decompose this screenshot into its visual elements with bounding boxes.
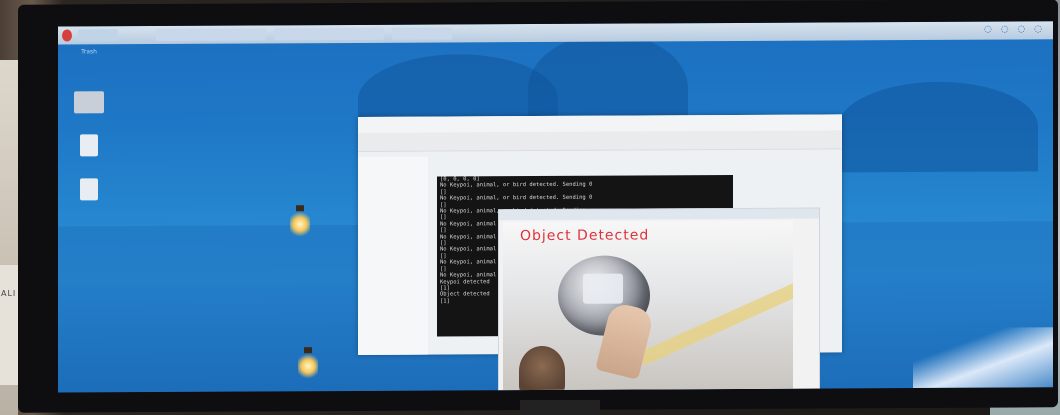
- desktop-icon-file[interactable]: [64, 178, 114, 202]
- photo: ALI ◌ ◌ ◌ ◌ Trash [0, 0, 0, 0] No Keypoi…: [0, 0, 1060, 415]
- menu-button[interactable]: [62, 29, 72, 42]
- window-sidebar[interactable]: [358, 156, 428, 355]
- system-tray[interactable]: ◌ ◌ ◌ ◌: [984, 24, 1045, 34]
- taskbar-button[interactable]: [156, 28, 266, 42]
- ceiling-beam: [638, 270, 793, 366]
- camera-frame: Object Detected: [503, 220, 793, 391]
- detection-window-titlebar[interactable]: [499, 208, 819, 221]
- screen-glare: [913, 327, 1053, 389]
- desktop-icon-file[interactable]: [64, 134, 114, 158]
- wallpaper-mountain: [838, 81, 1038, 173]
- lantern-icon: [298, 353, 318, 380]
- lantern-icon: [290, 211, 310, 238]
- taskbar: ◌ ◌ ◌ ◌: [58, 21, 1053, 45]
- window-toolbar[interactable]: [358, 130, 842, 152]
- object-label-sticker: [583, 273, 623, 304]
- monitor-stand: [520, 400, 600, 415]
- taskbar-button[interactable]: [274, 27, 384, 41]
- taskbar-button[interactable]: [392, 27, 452, 40]
- screen: ◌ ◌ ◌ ◌ Trash [0, 0, 0, 0] No Keypoi, an…: [58, 21, 1053, 393]
- desktop-icon-folder[interactable]: [64, 91, 114, 115]
- detection-label: Object Detected: [520, 227, 650, 245]
- file-icon: [80, 178, 98, 201]
- folder-icon: [74, 91, 104, 114]
- detection-window[interactable]: Object Detected: [498, 207, 820, 393]
- trash-icon-label: Trash: [81, 48, 97, 56]
- file-icon: [80, 134, 98, 157]
- desktop-icon-trash[interactable]: Trash: [64, 48, 114, 55]
- monitor: ◌ ◌ ◌ ◌ Trash [0, 0, 0, 0] No Keypoi, an…: [18, 0, 1058, 413]
- person-head: [519, 345, 565, 391]
- taskbar-launcher[interactable]: [78, 29, 118, 42]
